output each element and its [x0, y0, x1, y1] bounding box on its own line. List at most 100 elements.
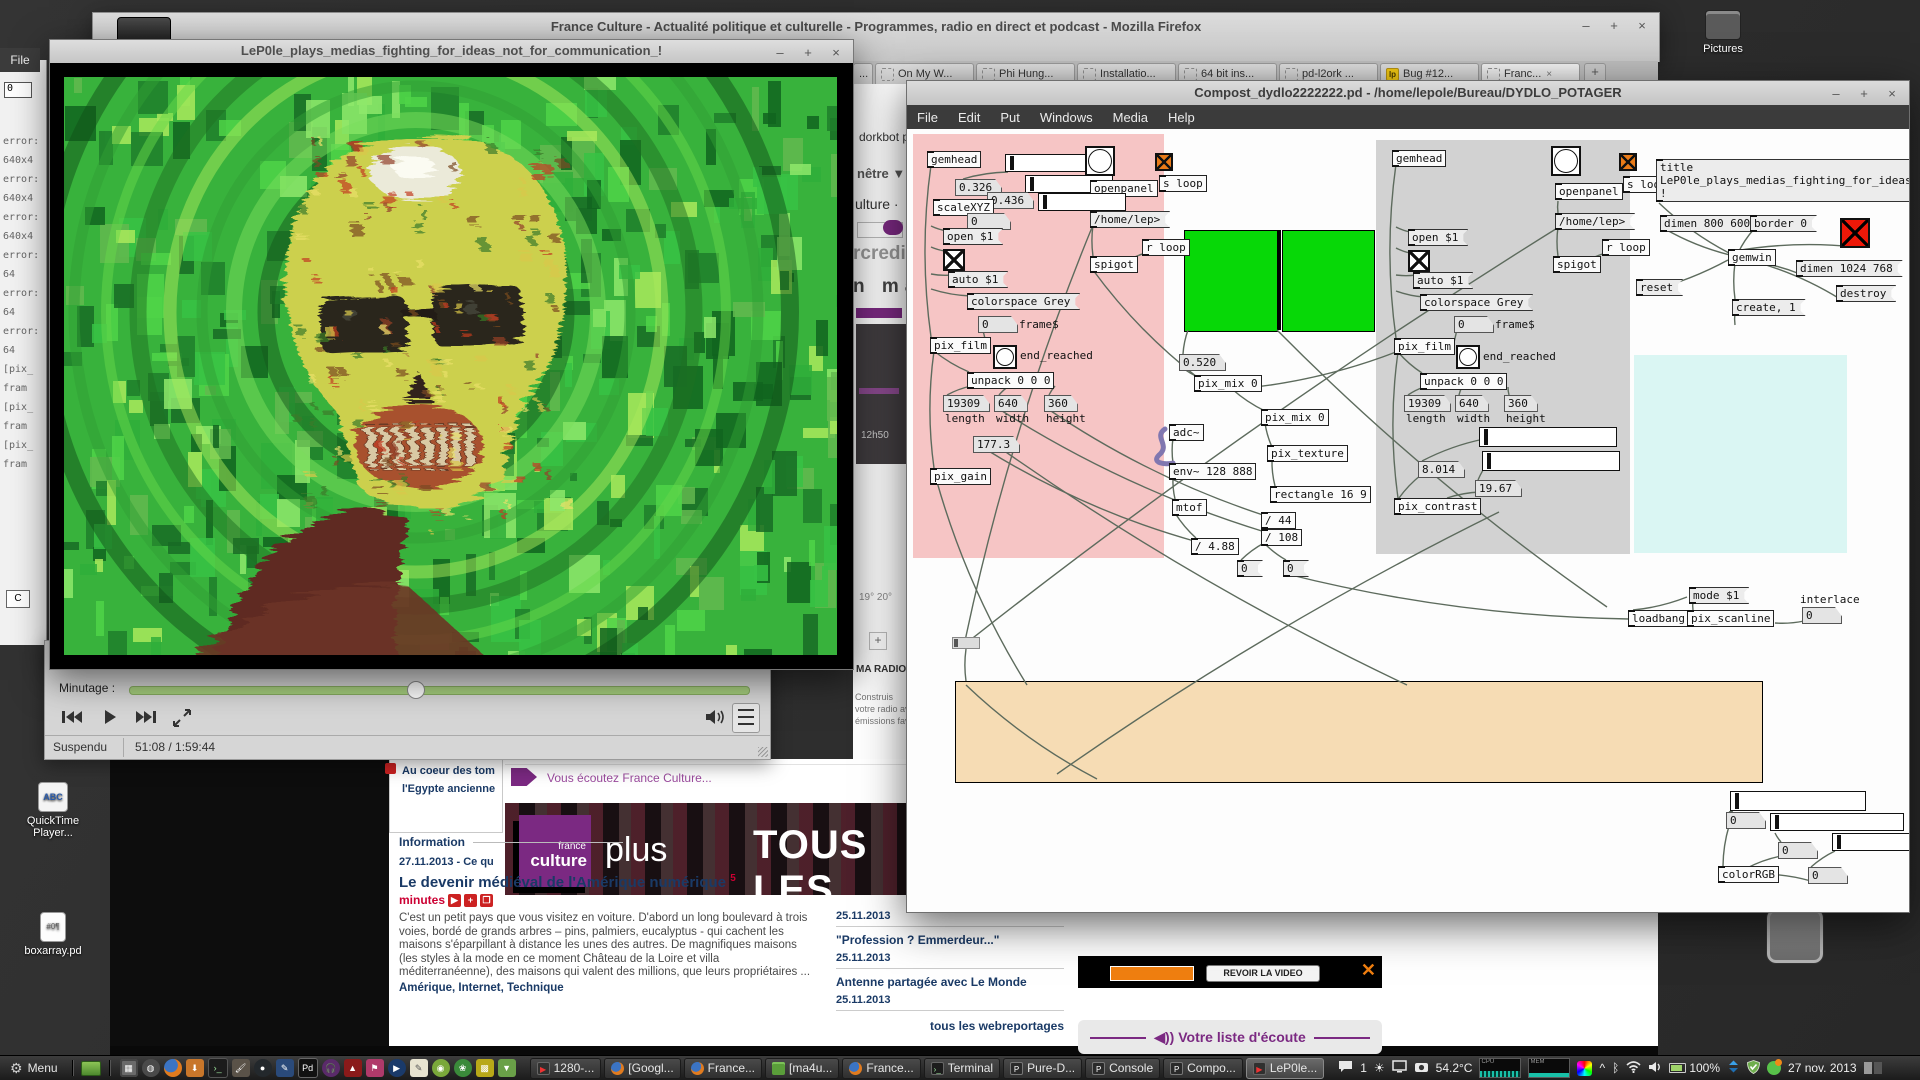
pd-hslider-70[interactable]	[1479, 427, 1617, 447]
launcher-row[interactable]: ▦◍⬇›_🖌●✎Pd🎧▲⚑▶✎◉❀▩▼	[114, 1058, 522, 1078]
pd-message-colorspace-grey[interactable]: colorspace Grey	[967, 293, 1080, 310]
pd-hslider-1[interactable]	[1005, 154, 1095, 172]
pd-toggle-78[interactable]	[1840, 218, 1870, 248]
pd-hslider-72[interactable]	[1482, 451, 1620, 471]
pd-hslider-92[interactable]	[1770, 813, 1904, 831]
color-wheel-icon[interactable]	[1577, 1061, 1592, 1076]
pd-message-auto-$1[interactable]: auto $1	[1413, 272, 1473, 289]
launcher-paint-tool-icon[interactable]: ✎	[276, 1059, 294, 1077]
launcher-gimp-icon[interactable]: 🖌	[232, 1059, 250, 1077]
pd-region-green-right[interactable]	[1282, 230, 1375, 332]
launcher-movie-player-icon[interactable]: ▶	[388, 1059, 406, 1077]
pd-message-title[interactable]: title LeP0le_plays_medias_fighting_for_i…	[1656, 159, 1909, 202]
wifi-icon[interactable]	[1626, 1061, 1641, 1076]
launcher-spiral-app-icon[interactable]: ◉	[432, 1059, 450, 1077]
pd-bang-61[interactable]	[1456, 345, 1480, 369]
battery-indicator[interactable]: 100%	[1669, 1061, 1720, 1075]
pd-menu-edit[interactable]: Edit	[958, 110, 980, 125]
next-button[interactable]	[131, 705, 161, 731]
pd-object-spigot[interactable]: spigot	[1090, 256, 1138, 273]
pd-number-0.520[interactable]: 0.520	[1179, 354, 1226, 371]
volume-icon[interactable]	[700, 705, 730, 731]
pd-message--home-lep-[interactable]: /home/lep>	[1090, 211, 1170, 228]
tab-close-icon[interactable]: ×	[1546, 69, 1552, 80]
webreportages-link[interactable]: tous les webreportages	[836, 1019, 1064, 1033]
pd-message-auto-$1[interactable]: auto $1	[948, 271, 1008, 288]
bluetooth-icon[interactable]: ᛒ	[1612, 1061, 1619, 1075]
minimize-button[interactable]: –	[1577, 18, 1595, 33]
pd-object-r-loop[interactable]: r loop	[1142, 239, 1190, 256]
pd-object-unpack-0-0-0[interactable]: unpack 0 0 0	[1420, 373, 1507, 390]
pd-number-0[interactable]: 0	[1726, 812, 1766, 829]
launcher-firefox-icon[interactable]	[164, 1059, 182, 1077]
pd-object-rectangle-16-9[interactable]: rectangle 16 9	[1270, 486, 1371, 503]
pd-object-pix-gain[interactable]: pix_gain	[930, 468, 991, 485]
play-button[interactable]	[95, 705, 125, 731]
pd-hslider-94[interactable]	[1832, 833, 1909, 851]
gem-window[interactable]: LeP0le_plays_medias_fighting_for_ideas_n…	[49, 39, 854, 670]
taskbar[interactable]: ⚙Menu ▦◍⬇›_🖌●✎Pd🎧▲⚑▶✎◉❀▩▼ ▶1280-...[Goog…	[0, 1055, 1920, 1080]
maximize-button[interactable]: +	[1605, 18, 1623, 33]
pd-message-0[interactable]: 0	[1237, 560, 1263, 577]
taskbar-menu-button[interactable]: ⚙Menu	[0, 1056, 68, 1080]
sync-icon[interactable]	[1727, 1060, 1740, 1076]
pd-message-colorspace-grey[interactable]: colorspace Grey	[1420, 294, 1533, 311]
launcher-headphones-icon[interactable]: 🎧	[322, 1059, 340, 1077]
pd-number-19309[interactable]: 19309	[943, 395, 990, 412]
launcher-file-manager-icon[interactable]: ▼	[498, 1059, 516, 1077]
pd-object-pix-contrast[interactable]: pix_contrast	[1394, 498, 1481, 515]
system-tray[interactable]: 1 ☀ 54.2°C CPU MEM ^ ᛒ 100% 27 nov. 2013	[1338, 1058, 1881, 1078]
console-c-button[interactable]: C	[6, 590, 30, 608]
taskbar-window-compo-[interactable]: PCompo...	[1163, 1058, 1243, 1079]
pd-object--108[interactable]: / 108	[1261, 529, 1302, 546]
add-icon[interactable]: +	[464, 894, 477, 907]
shield-icon[interactable]	[1747, 1060, 1760, 1077]
pd-number-0[interactable]: 0	[967, 213, 1011, 230]
launcher-calculator-icon[interactable]: ▦	[120, 1059, 138, 1077]
firefox-window-buttons[interactable]: –+ ×	[1577, 18, 1651, 33]
pd-number-0[interactable]: 0	[1778, 842, 1818, 859]
player-menu-button[interactable]	[732, 703, 760, 733]
revoir-button[interactable]: REVOIR LA VIDEO	[1206, 965, 1320, 982]
taskbar-window--ma4u-[interactable]: [ma4u...	[765, 1058, 839, 1079]
pd-message-border-0[interactable]: border 0	[1750, 215, 1817, 232]
taskbar-window-terminal[interactable]: ›_Terminal	[924, 1058, 1000, 1079]
show-desktop-icon[interactable]	[81, 1061, 101, 1076]
pd-object-openpanel[interactable]: openpanel	[1555, 183, 1623, 200]
pd-bang-2[interactable]	[1085, 146, 1115, 176]
pd-menu-media[interactable]: Media	[1113, 110, 1148, 125]
brightness-icon[interactable]: ☀	[1374, 1061, 1385, 1075]
pd-number-0.436[interactable]: 0.436	[987, 192, 1034, 209]
desktop-icon-pictures[interactable]: Pictures	[1688, 10, 1758, 55]
pd-number-0[interactable]: 0	[1454, 316, 1494, 333]
pd-number-19309[interactable]: 19309	[1404, 395, 1451, 412]
taskbar-window-1280-[interactable]: ▶1280-...	[530, 1058, 602, 1079]
pd-number-0[interactable]: 0	[1808, 867, 1848, 884]
chat-icon[interactable]	[1338, 1060, 1353, 1076]
console-number-box[interactable]: 0	[4, 82, 32, 98]
article-tags[interactable]: Amérique, Internet, Technique	[399, 982, 819, 994]
pd-region-green-left[interactable]	[1184, 230, 1278, 332]
pd-toggle-48[interactable]	[1619, 153, 1637, 171]
pd-toggle-53[interactable]	[1408, 250, 1430, 272]
pd-message-destroy[interactable]: destroy	[1836, 285, 1896, 302]
launcher-green-app-icon[interactable]: ❀	[454, 1059, 472, 1077]
pd-number-0[interactable]: 0	[1802, 607, 1842, 624]
pd-bang-47[interactable]	[1551, 146, 1581, 176]
workspace-switcher[interactable]	[1864, 1062, 1882, 1074]
close-button[interactable]: ×	[1633, 18, 1651, 33]
launcher-terminal-icon[interactable]: ›_	[208, 1058, 228, 1078]
pd-menu-file[interactable]: File	[917, 110, 938, 125]
playlist-box[interactable]: ◀)) Votre liste d'écoute	[1078, 1020, 1382, 1054]
pd-object-env~-128-888[interactable]: env~ 128 888	[1169, 463, 1256, 480]
pd-number-19.67[interactable]: 19.67	[1475, 480, 1522, 497]
taskbar-window-lep0le-[interactable]: ▶LeP0le...	[1246, 1058, 1324, 1079]
seek-handle[interactable]	[407, 681, 425, 699]
pd-message--home-lep-[interactable]: /home/lep>	[1555, 213, 1635, 230]
pd-menu-help[interactable]: Help	[1168, 110, 1195, 125]
pd-message-reset[interactable]: reset	[1636, 279, 1683, 296]
taskbar-window--googl-[interactable]: [Googl...	[604, 1058, 680, 1079]
gem-titlebar[interactable]: LeP0le_plays_medias_fighting_for_ideas_n…	[50, 40, 853, 63]
desktop-icon-app[interactable]	[1760, 908, 1830, 967]
desktop-icon-boxarray[interactable]: #0¶ boxarray.pd	[18, 912, 88, 957]
